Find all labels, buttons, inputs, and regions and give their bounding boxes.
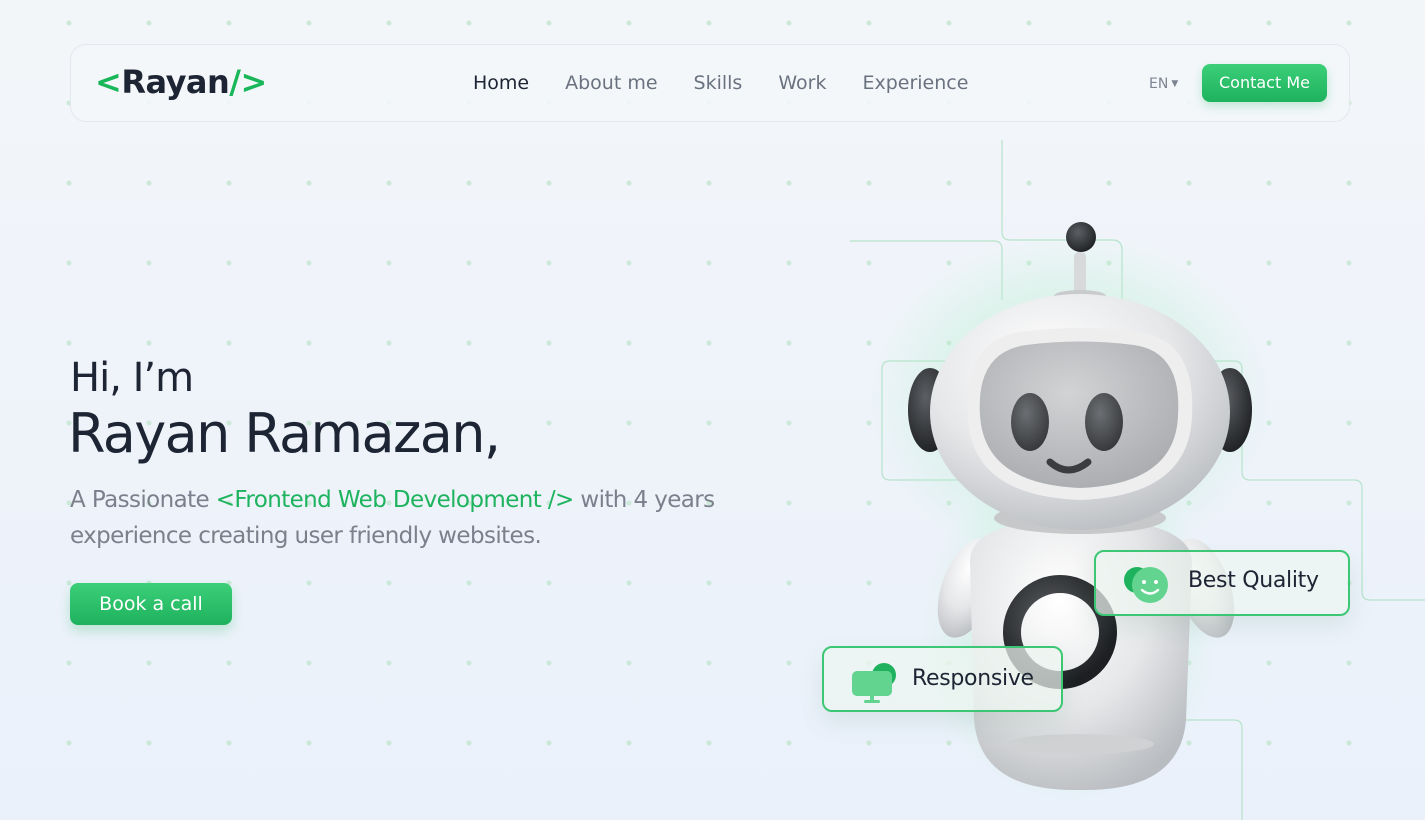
language-selector[interactable]: EN ▼: [1149, 76, 1178, 92]
hero-description: A Passionate <Frontend Web Development /…: [70, 482, 750, 554]
smile-icon: [1124, 567, 1168, 603]
logo-slash: /: [229, 63, 241, 101]
description-highlight: <Frontend Web Development />: [215, 487, 575, 513]
nav-item-work[interactable]: Work: [778, 72, 826, 94]
responsive-label: Responsive: [912, 666, 1034, 691]
book-call-button[interactable]: Book a call: [70, 583, 232, 625]
hero-name: Rayan Ramazan,: [68, 402, 501, 465]
best-quality-label: Best Quality: [1188, 568, 1319, 593]
nav-item-about[interactable]: About me: [565, 72, 657, 94]
logo-text: Rayan: [121, 63, 230, 101]
language-label: EN: [1149, 76, 1169, 92]
monitor-chat-icon: [852, 663, 896, 703]
best-quality-badge: Best Quality: [1094, 550, 1350, 616]
logo-open-bracket: <: [95, 63, 122, 101]
contact-button[interactable]: Contact Me: [1202, 64, 1327, 102]
nav-item-home[interactable]: Home: [473, 72, 529, 94]
logo-close-bracket: >: [240, 63, 267, 101]
logo[interactable]: <Rayan/>: [95, 63, 267, 101]
navbar: <Rayan/> Home About me Skills Work Exper…: [70, 44, 1350, 122]
description-prefix: A Passionate: [70, 487, 216, 513]
nav-item-skills[interactable]: Skills: [694, 72, 743, 94]
responsive-badge: Responsive: [822, 646, 1063, 712]
nav-item-experience[interactable]: Experience: [862, 72, 968, 94]
robot-mascot: [865, 222, 1275, 805]
hero-greeting: Hi, I’m: [70, 355, 194, 401]
nav-menu: Home About me Skills Work Experience: [473, 72, 968, 94]
chevron-down-icon: ▼: [1171, 79, 1179, 89]
